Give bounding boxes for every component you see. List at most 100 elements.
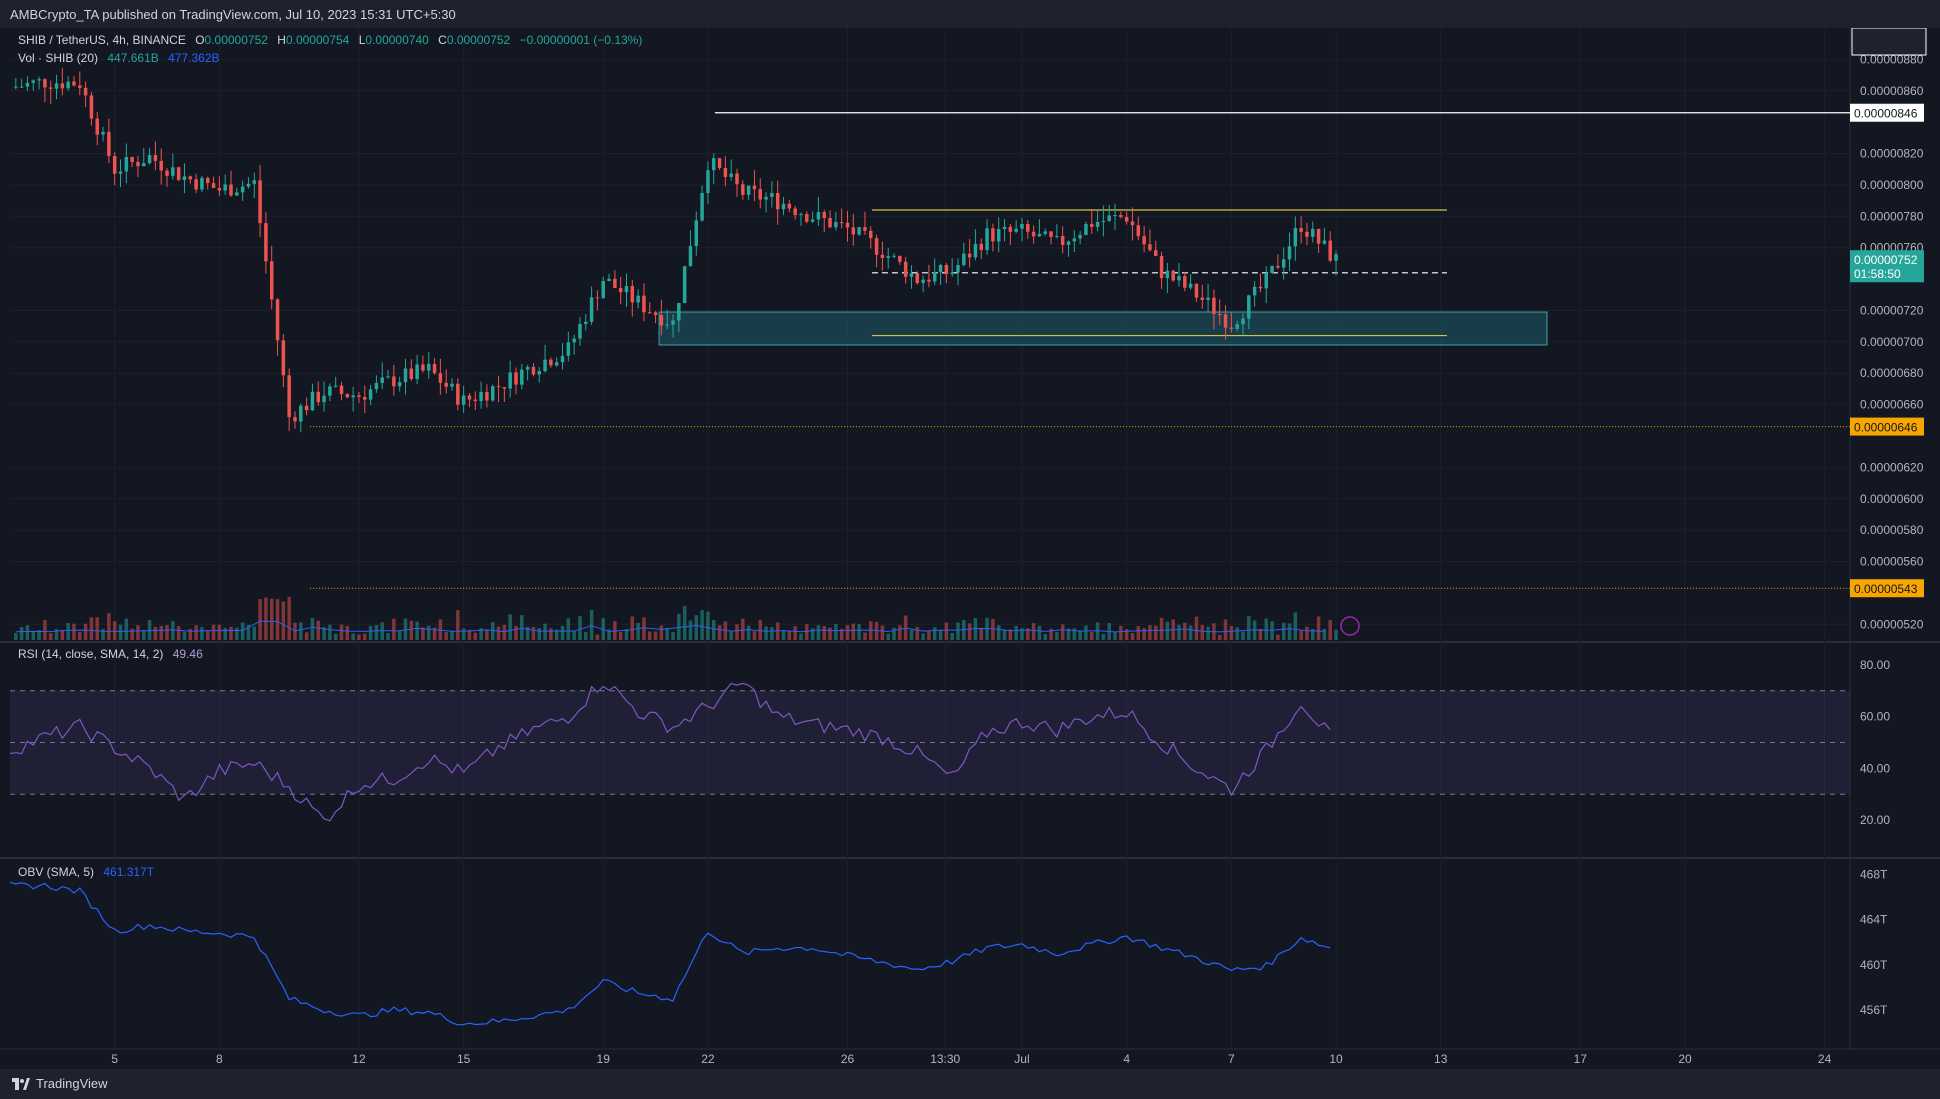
candle-body xyxy=(101,131,105,135)
volume-bar xyxy=(136,625,140,640)
candle-body xyxy=(950,272,954,275)
candle-body xyxy=(1235,324,1239,329)
volume-bar xyxy=(1142,627,1146,640)
candle-body xyxy=(927,279,931,282)
volume-bar xyxy=(461,628,466,640)
volume-bar xyxy=(66,623,70,640)
candle-body xyxy=(322,395,326,403)
volume-bar xyxy=(43,619,47,640)
symbol-legend: SHIB / TetherUS, 4h, BINANCE O0.00000752… xyxy=(18,33,642,47)
candle-body xyxy=(1183,275,1187,288)
candle-body xyxy=(1020,224,1024,229)
volume-bar xyxy=(1078,630,1082,640)
volume-bar xyxy=(1031,623,1036,640)
volume-bar xyxy=(770,627,774,640)
volume-bar xyxy=(996,625,1001,640)
candle-body xyxy=(991,228,995,242)
candle-body xyxy=(921,279,925,283)
candle-body xyxy=(624,285,629,293)
volume-bar xyxy=(665,627,669,640)
candle-body xyxy=(1066,241,1071,245)
candle-body xyxy=(746,185,751,195)
volume-bar xyxy=(566,618,571,640)
axis-top-box xyxy=(1851,28,1927,56)
volume-bar xyxy=(799,633,803,640)
candle-body xyxy=(839,222,844,224)
price-tick-label: 0.00000520 xyxy=(1860,617,1924,631)
volume-bar xyxy=(1188,625,1193,640)
volume-bar xyxy=(1055,632,1059,640)
time-tick-label: 5 xyxy=(111,1052,118,1066)
price-tick-label: 0.00000680 xyxy=(1860,366,1924,380)
volume-bar xyxy=(1130,633,1135,640)
candle-body xyxy=(89,95,94,119)
volume-bar xyxy=(741,618,745,640)
volume-bar xyxy=(514,626,518,640)
open-value: 0.00000752 xyxy=(204,33,268,47)
candle-body xyxy=(299,405,303,422)
candle-body xyxy=(1136,225,1141,237)
volume-bar xyxy=(363,633,367,640)
candle-body xyxy=(601,281,605,299)
volume-bar xyxy=(485,629,489,640)
candle-body xyxy=(264,223,268,262)
volume-bar xyxy=(688,620,693,640)
chart-area[interactable]: 5 8 12 15 19 22 26 13:30 Jul 4 7 10 13 17 20 24 0.000008… xyxy=(0,28,1940,1069)
candle-body xyxy=(578,323,582,339)
volume-bar xyxy=(1090,632,1094,640)
volume-bar xyxy=(287,596,291,640)
volume-bar xyxy=(333,633,338,640)
volume-bar xyxy=(380,622,384,640)
candle-body xyxy=(1171,270,1175,281)
candle-body xyxy=(572,338,576,343)
candle-body xyxy=(240,186,245,193)
rsi-value: 49.46 xyxy=(172,647,203,661)
volume-bar xyxy=(729,631,733,640)
candle-body xyxy=(1142,236,1146,245)
candle-body xyxy=(549,359,553,366)
candle-body xyxy=(915,273,920,283)
candle-body xyxy=(48,87,53,89)
candle-body xyxy=(1148,244,1152,251)
volume-bar xyxy=(1002,630,1007,640)
candle-body xyxy=(66,81,70,89)
candle-body xyxy=(863,227,867,231)
volume-bar xyxy=(357,634,361,640)
volume-bar xyxy=(816,625,821,640)
volume-bar xyxy=(25,625,30,640)
candle-body xyxy=(1322,240,1327,244)
brand-text: TradingView xyxy=(36,1076,108,1091)
volume-bar xyxy=(1101,633,1106,640)
candle-body xyxy=(19,86,24,88)
rsi-tick-label: 60.00 xyxy=(1860,710,1890,724)
symbol-name: SHIB / TetherUS, 4h, BINANCE xyxy=(18,33,186,47)
candle-body xyxy=(1095,221,1100,227)
candle-body xyxy=(1194,283,1199,298)
candle-body xyxy=(554,362,559,366)
candle-body xyxy=(560,355,565,363)
volume-bar xyxy=(1247,616,1251,640)
volume-bar xyxy=(531,626,536,640)
candle-body xyxy=(461,395,466,405)
time-tick-label: 13:30 xyxy=(930,1052,960,1066)
candle-body xyxy=(1311,228,1315,237)
tradingview-brand[interactable]: TradingView xyxy=(12,1076,108,1091)
candle-body xyxy=(1334,254,1338,261)
volume-bar xyxy=(345,625,350,640)
candle-body xyxy=(118,171,123,174)
candle-body xyxy=(1107,215,1111,221)
candle-body xyxy=(979,243,984,251)
volume-bar xyxy=(805,624,809,640)
candle-body xyxy=(793,208,797,216)
volume-bar xyxy=(991,618,995,640)
volume-bar xyxy=(543,623,547,640)
candle-body xyxy=(845,222,850,228)
time-tick-label: 20 xyxy=(1678,1052,1692,1066)
publisher-line: AMBCrypto_TA published on TradingView.co… xyxy=(10,7,456,22)
volume-bar xyxy=(83,623,88,640)
candle-body xyxy=(473,399,478,402)
volume-bar xyxy=(1113,632,1117,640)
volume-bar xyxy=(1305,626,1309,640)
volume-bar xyxy=(537,628,541,640)
candle-body xyxy=(996,228,1001,242)
